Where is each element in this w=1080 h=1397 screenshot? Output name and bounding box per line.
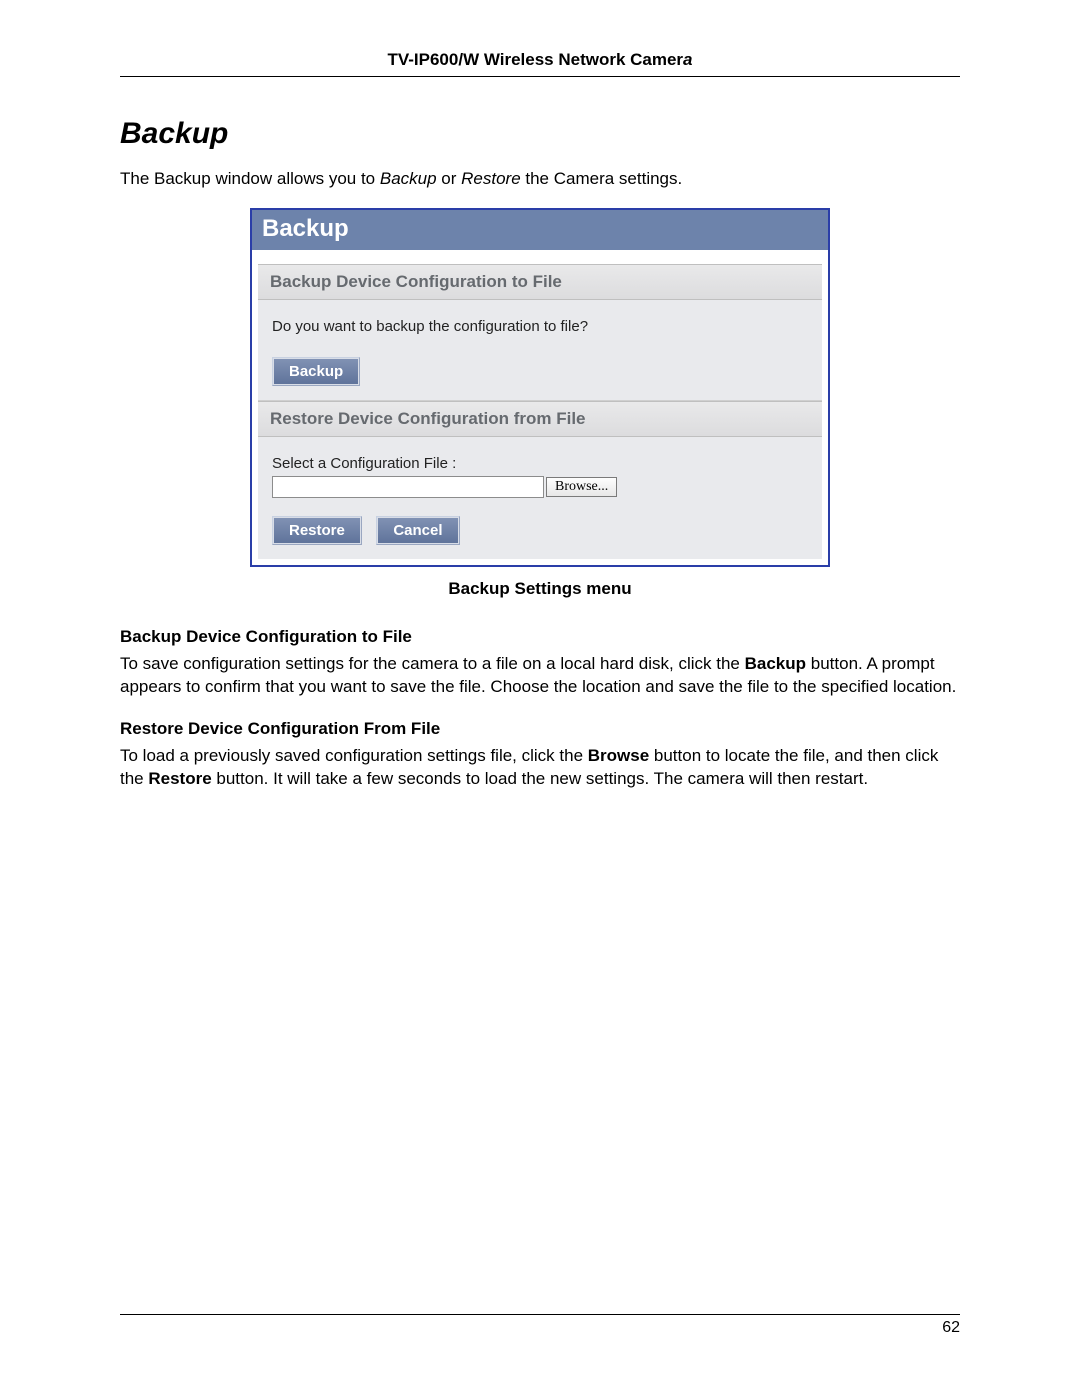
backup-panel-screenshot: Backup Backup Device Configuration to Fi… bbox=[250, 208, 830, 567]
intro-italic-2: Restore bbox=[461, 169, 521, 188]
file-picker-row: Browse... bbox=[272, 476, 808, 498]
restore-paragraph: To load a previously saved configuration… bbox=[120, 745, 960, 791]
intro-paragraph: The Backup window allows you to Backup o… bbox=[120, 168, 960, 191]
footer-divider bbox=[120, 1314, 960, 1315]
restore-heading: Restore Device Configuration From File bbox=[120, 719, 960, 739]
intro-text-1: The Backup window allows you to bbox=[120, 169, 380, 188]
sec2-t3: button. It will take a few seconds to lo… bbox=[212, 769, 868, 788]
page-header: TV-IP600/W Wireless Network Camera bbox=[120, 50, 960, 76]
file-path-input[interactable] bbox=[272, 476, 544, 498]
sec2-b2: Restore bbox=[148, 769, 211, 788]
header-title-italic: a bbox=[683, 50, 692, 69]
page-number: 62 bbox=[120, 1319, 960, 1337]
restore-body: Select a Configuration File : Browse... … bbox=[258, 437, 822, 559]
backup-button[interactable]: Backup bbox=[272, 357, 360, 386]
sec1-b1: Backup bbox=[745, 654, 806, 673]
intro-text-3: the Camera settings. bbox=[521, 169, 683, 188]
backup-question: Do you want to backup the configuration … bbox=[272, 318, 808, 335]
backup-heading: Backup Device Configuration to File bbox=[120, 627, 960, 647]
backup-subheader: Backup Device Configuration to File bbox=[258, 264, 822, 300]
panel-spacer bbox=[252, 250, 828, 264]
intro-italic-1: Backup bbox=[380, 169, 437, 188]
browse-button[interactable]: Browse... bbox=[546, 477, 617, 497]
backup-paragraph: To save configuration settings for the c… bbox=[120, 653, 960, 699]
header-divider bbox=[120, 76, 960, 77]
section-title: Backup bbox=[120, 117, 960, 151]
restore-subheader: Restore Device Configuration from File bbox=[258, 401, 822, 437]
cancel-button[interactable]: Cancel bbox=[376, 516, 459, 545]
header-title-base: TV-IP600/W Wireless Network Camer bbox=[387, 50, 683, 69]
page-footer: 62 bbox=[120, 1314, 960, 1337]
sec2-t1: To load a previously saved configuration… bbox=[120, 746, 588, 765]
sec2-b1: Browse bbox=[588, 746, 649, 765]
intro-text-2: or bbox=[437, 169, 462, 188]
restore-file-label: Select a Configuration File : bbox=[272, 455, 808, 472]
panel-title: Backup bbox=[252, 210, 828, 250]
figure-caption: Backup Settings menu bbox=[120, 579, 960, 599]
sec1-t1: To save configuration settings for the c… bbox=[120, 654, 745, 673]
restore-button[interactable]: Restore bbox=[272, 516, 362, 545]
backup-body: Do you want to backup the configuration … bbox=[258, 300, 822, 401]
